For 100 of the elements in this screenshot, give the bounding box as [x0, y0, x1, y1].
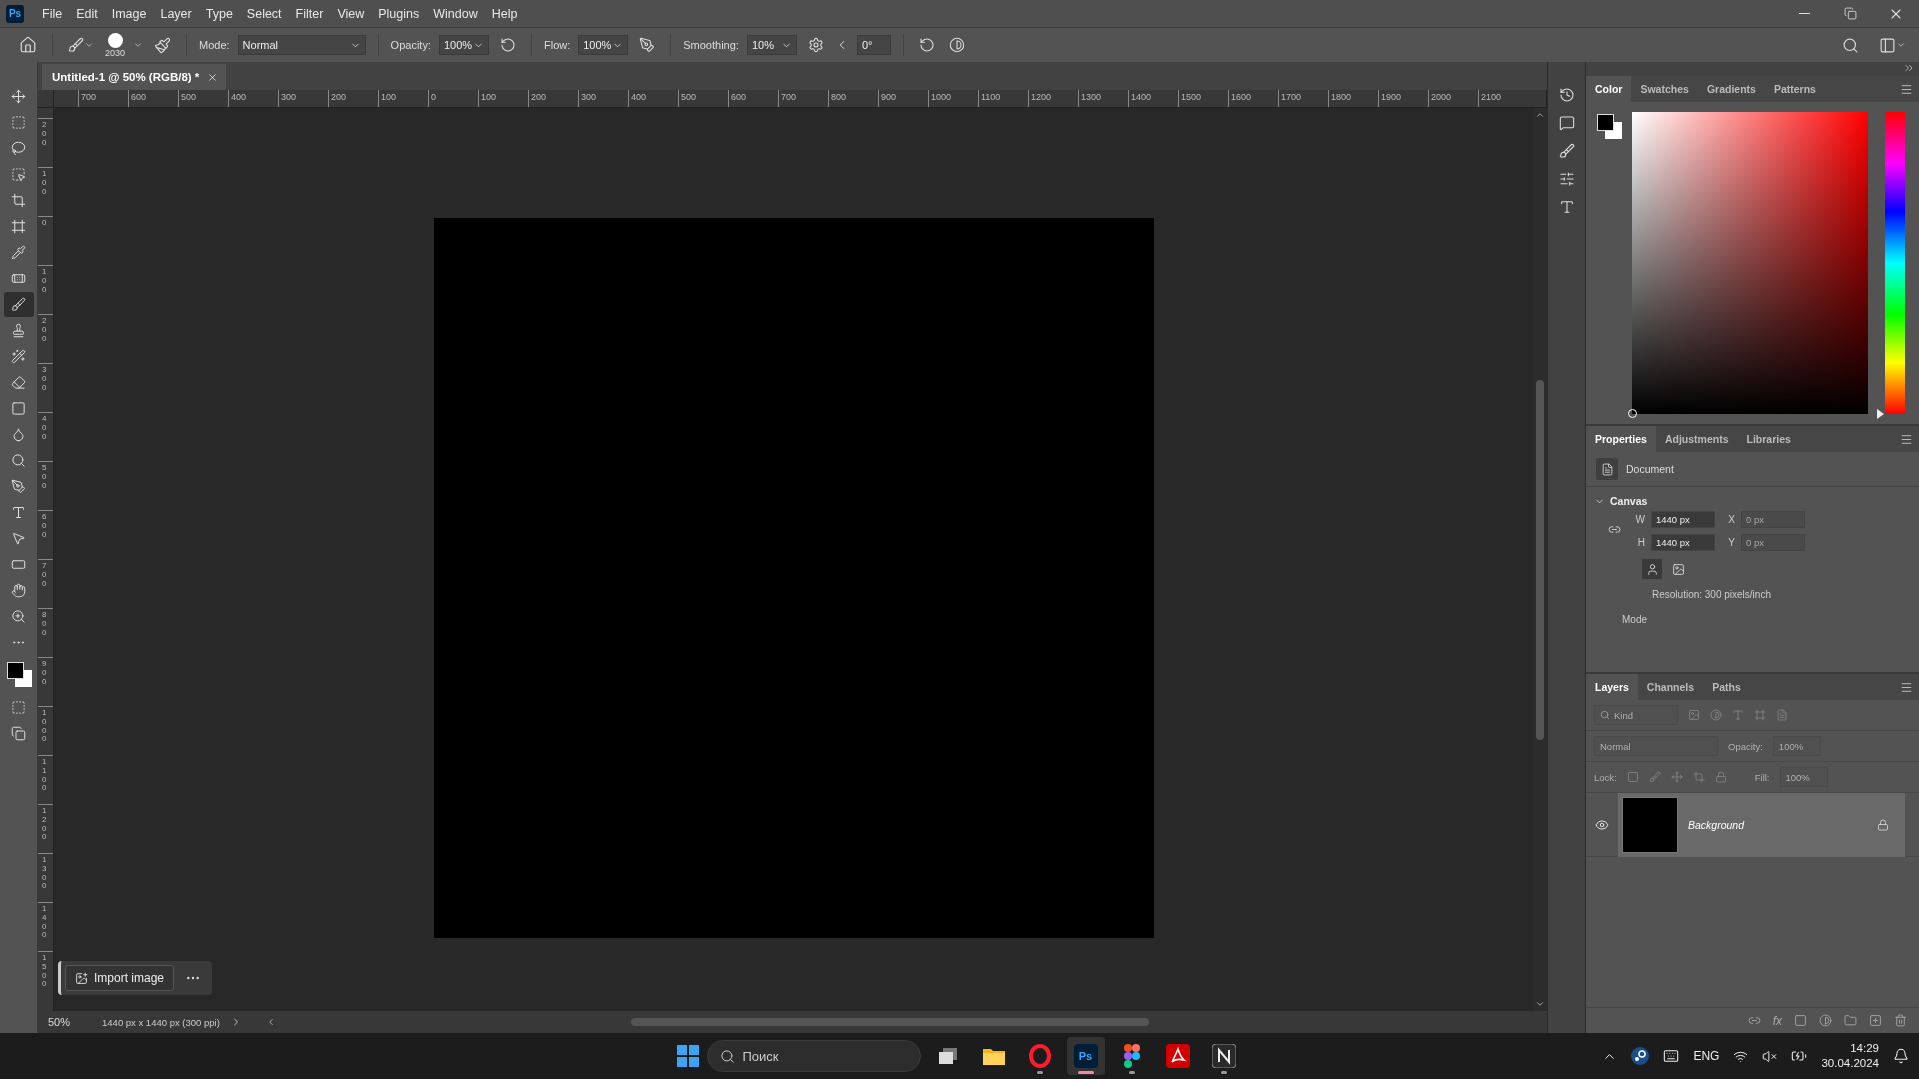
filter-field[interactable]: Kind — [1594, 705, 1678, 725]
language-indicator[interactable]: ENG — [1693, 1049, 1720, 1063]
menu-item[interactable]: Type — [199, 3, 239, 24]
quick-mask-icon — [11, 700, 26, 715]
panel-tab[interactable]: Layers — [1586, 674, 1638, 700]
vertical-scrollbar[interactable] — [1533, 108, 1547, 1011]
ruler-label: 1000 — [928, 90, 978, 107]
caret-icon — [1896, 40, 1906, 50]
blend-mode-dropdown[interactable]: Normal — [1594, 736, 1718, 756]
slider-thumb[interactable] — [1877, 409, 1884, 419]
opacity-label: Opacity: — [1728, 740, 1763, 752]
caret-icon — [84, 40, 94, 50]
menu-item[interactable]: Help — [485, 3, 524, 24]
minimize-icon — [1798, 13, 1810, 14]
document-label: Document — [1626, 463, 1674, 475]
menu-item[interactable]: Edit — [70, 3, 104, 24]
ruler-label: 700 — [78, 90, 128, 107]
layer-thumbnail — [1622, 796, 1678, 853]
field-label: Y — [1727, 537, 1735, 548]
ruler-label: 700 — [42, 562, 48, 589]
ruler-label: 1500 — [1178, 90, 1228, 107]
menu-item[interactable]: Layer — [154, 3, 198, 24]
menu-item[interactable]: Image — [105, 3, 153, 24]
ruler-label: 1700 — [1278, 90, 1328, 107]
windows-stack-icon — [936, 1045, 959, 1067]
document-icon — [1600, 462, 1614, 476]
brush-size-picker[interactable]: 2030 — [105, 32, 126, 58]
clock[interactable]: 14:29 30.04.2024 — [1821, 1041, 1879, 1071]
droplet-icon — [11, 427, 26, 442]
ruler-label: 100 — [42, 268, 48, 295]
ruler-label: 1500 — [42, 954, 48, 990]
menu-icon — [1900, 432, 1913, 446]
notion-logo-icon — [1211, 1044, 1236, 1068]
panel-tab[interactable]: Channels — [1637, 674, 1704, 700]
menu-item[interactable]: Filter — [289, 3, 330, 24]
adjustment-icon — [1819, 1014, 1832, 1027]
image-filter-icon — [1688, 709, 1700, 721]
running-indicator — [1128, 1071, 1135, 1074]
hand-icon — [11, 583, 26, 598]
panel-tab[interactable]: Gradients — [1697, 76, 1765, 102]
flow-label: Flow: — [543, 39, 571, 51]
panel-tab[interactable]: Adjustments — [1655, 426, 1738, 452]
menu-item[interactable]: View — [331, 3, 371, 24]
layer-entry[interactable]: Background — [1618, 792, 1905, 857]
windows-logo-icon[interactable] — [676, 1045, 699, 1067]
fill-field[interactable]: 100% — [1779, 767, 1828, 787]
field-label: X — [1727, 514, 1735, 525]
panel-tab[interactable]: Color — [1586, 76, 1632, 102]
bandage-icon — [11, 271, 26, 286]
menu-item[interactable]: Window — [427, 3, 484, 24]
type-icon — [11, 505, 26, 520]
ruler-label: 1200 — [1028, 90, 1078, 107]
opacity-field[interactable]: 100% — [438, 35, 489, 55]
panel-tab[interactable]: Paths — [1703, 674, 1750, 700]
workspace-icon — [1879, 36, 1896, 54]
ruler-label: 1800 — [1328, 90, 1378, 107]
menu-icon — [1900, 82, 1913, 96]
lock-icon — [1714, 771, 1727, 783]
ruler-label: 500 — [42, 464, 48, 491]
panel-tab[interactable]: Patterns — [1764, 76, 1825, 102]
import-image-button[interactable]: Import image — [65, 965, 175, 991]
document-tab[interactable]: Untitled-1 @ 50% (RGB/8) * — [42, 64, 227, 90]
document-button[interactable] — [1596, 458, 1618, 480]
tool-button[interactable] — [3, 292, 34, 317]
type-filter-icon — [1732, 709, 1744, 721]
ruler-label: 1300 — [1078, 90, 1128, 107]
steam-logo-icon[interactable] — [1631, 1047, 1650, 1065]
input-field[interactable]: 1440 px — [1651, 511, 1715, 528]
brush-icon — [68, 37, 84, 53]
ruler-label: 900 — [42, 660, 48, 687]
section-header[interactable]: Canvas — [1586, 487, 1919, 511]
smoothing-field[interactable]: 10% — [746, 35, 797, 55]
pen-icon — [11, 479, 26, 494]
search-field[interactable]: Поиск — [706, 1040, 921, 1072]
ruler-label: 800 — [828, 90, 878, 107]
ruler-label: 400 — [228, 90, 278, 107]
mode-dropdown[interactable]: Normal — [237, 35, 366, 55]
menu-item[interactable]: Select — [240, 3, 288, 24]
zoom-level[interactable]: 50% — [48, 1016, 71, 1028]
ruler-label: 1300 — [42, 856, 48, 892]
ruler-label: 2100 — [1478, 90, 1528, 107]
portrait-button[interactable] — [1642, 559, 1662, 579]
angle-field[interactable]: 0° — [856, 35, 891, 55]
taskbar-app[interactable]: Ps — [1066, 1037, 1105, 1075]
opacity-field[interactable]: 100% — [1772, 736, 1821, 756]
menu-item[interactable]: Plugins — [372, 3, 426, 24]
input-field[interactable]: 1440 px — [1651, 534, 1715, 551]
lock-label: Lock: — [1594, 771, 1617, 783]
panel-tab[interactable]: Libraries — [1737, 426, 1800, 452]
panel-tab[interactable]: Properties — [1586, 426, 1656, 452]
brush-icon — [11, 297, 26, 312]
flow-field[interactable]: 100% — [578, 35, 629, 55]
image-plus-icon — [75, 971, 88, 985]
mask-icon — [1794, 1014, 1807, 1027]
scrollbar-thumb[interactable] — [630, 1018, 1149, 1026]
scrollbar-thumb[interactable] — [1536, 379, 1544, 740]
menu-item[interactable]: File — [36, 3, 69, 24]
panel-tab[interactable]: Swatches — [1631, 76, 1698, 102]
search-icon — [1842, 36, 1859, 54]
lock-artboard-icon — [1692, 771, 1705, 783]
